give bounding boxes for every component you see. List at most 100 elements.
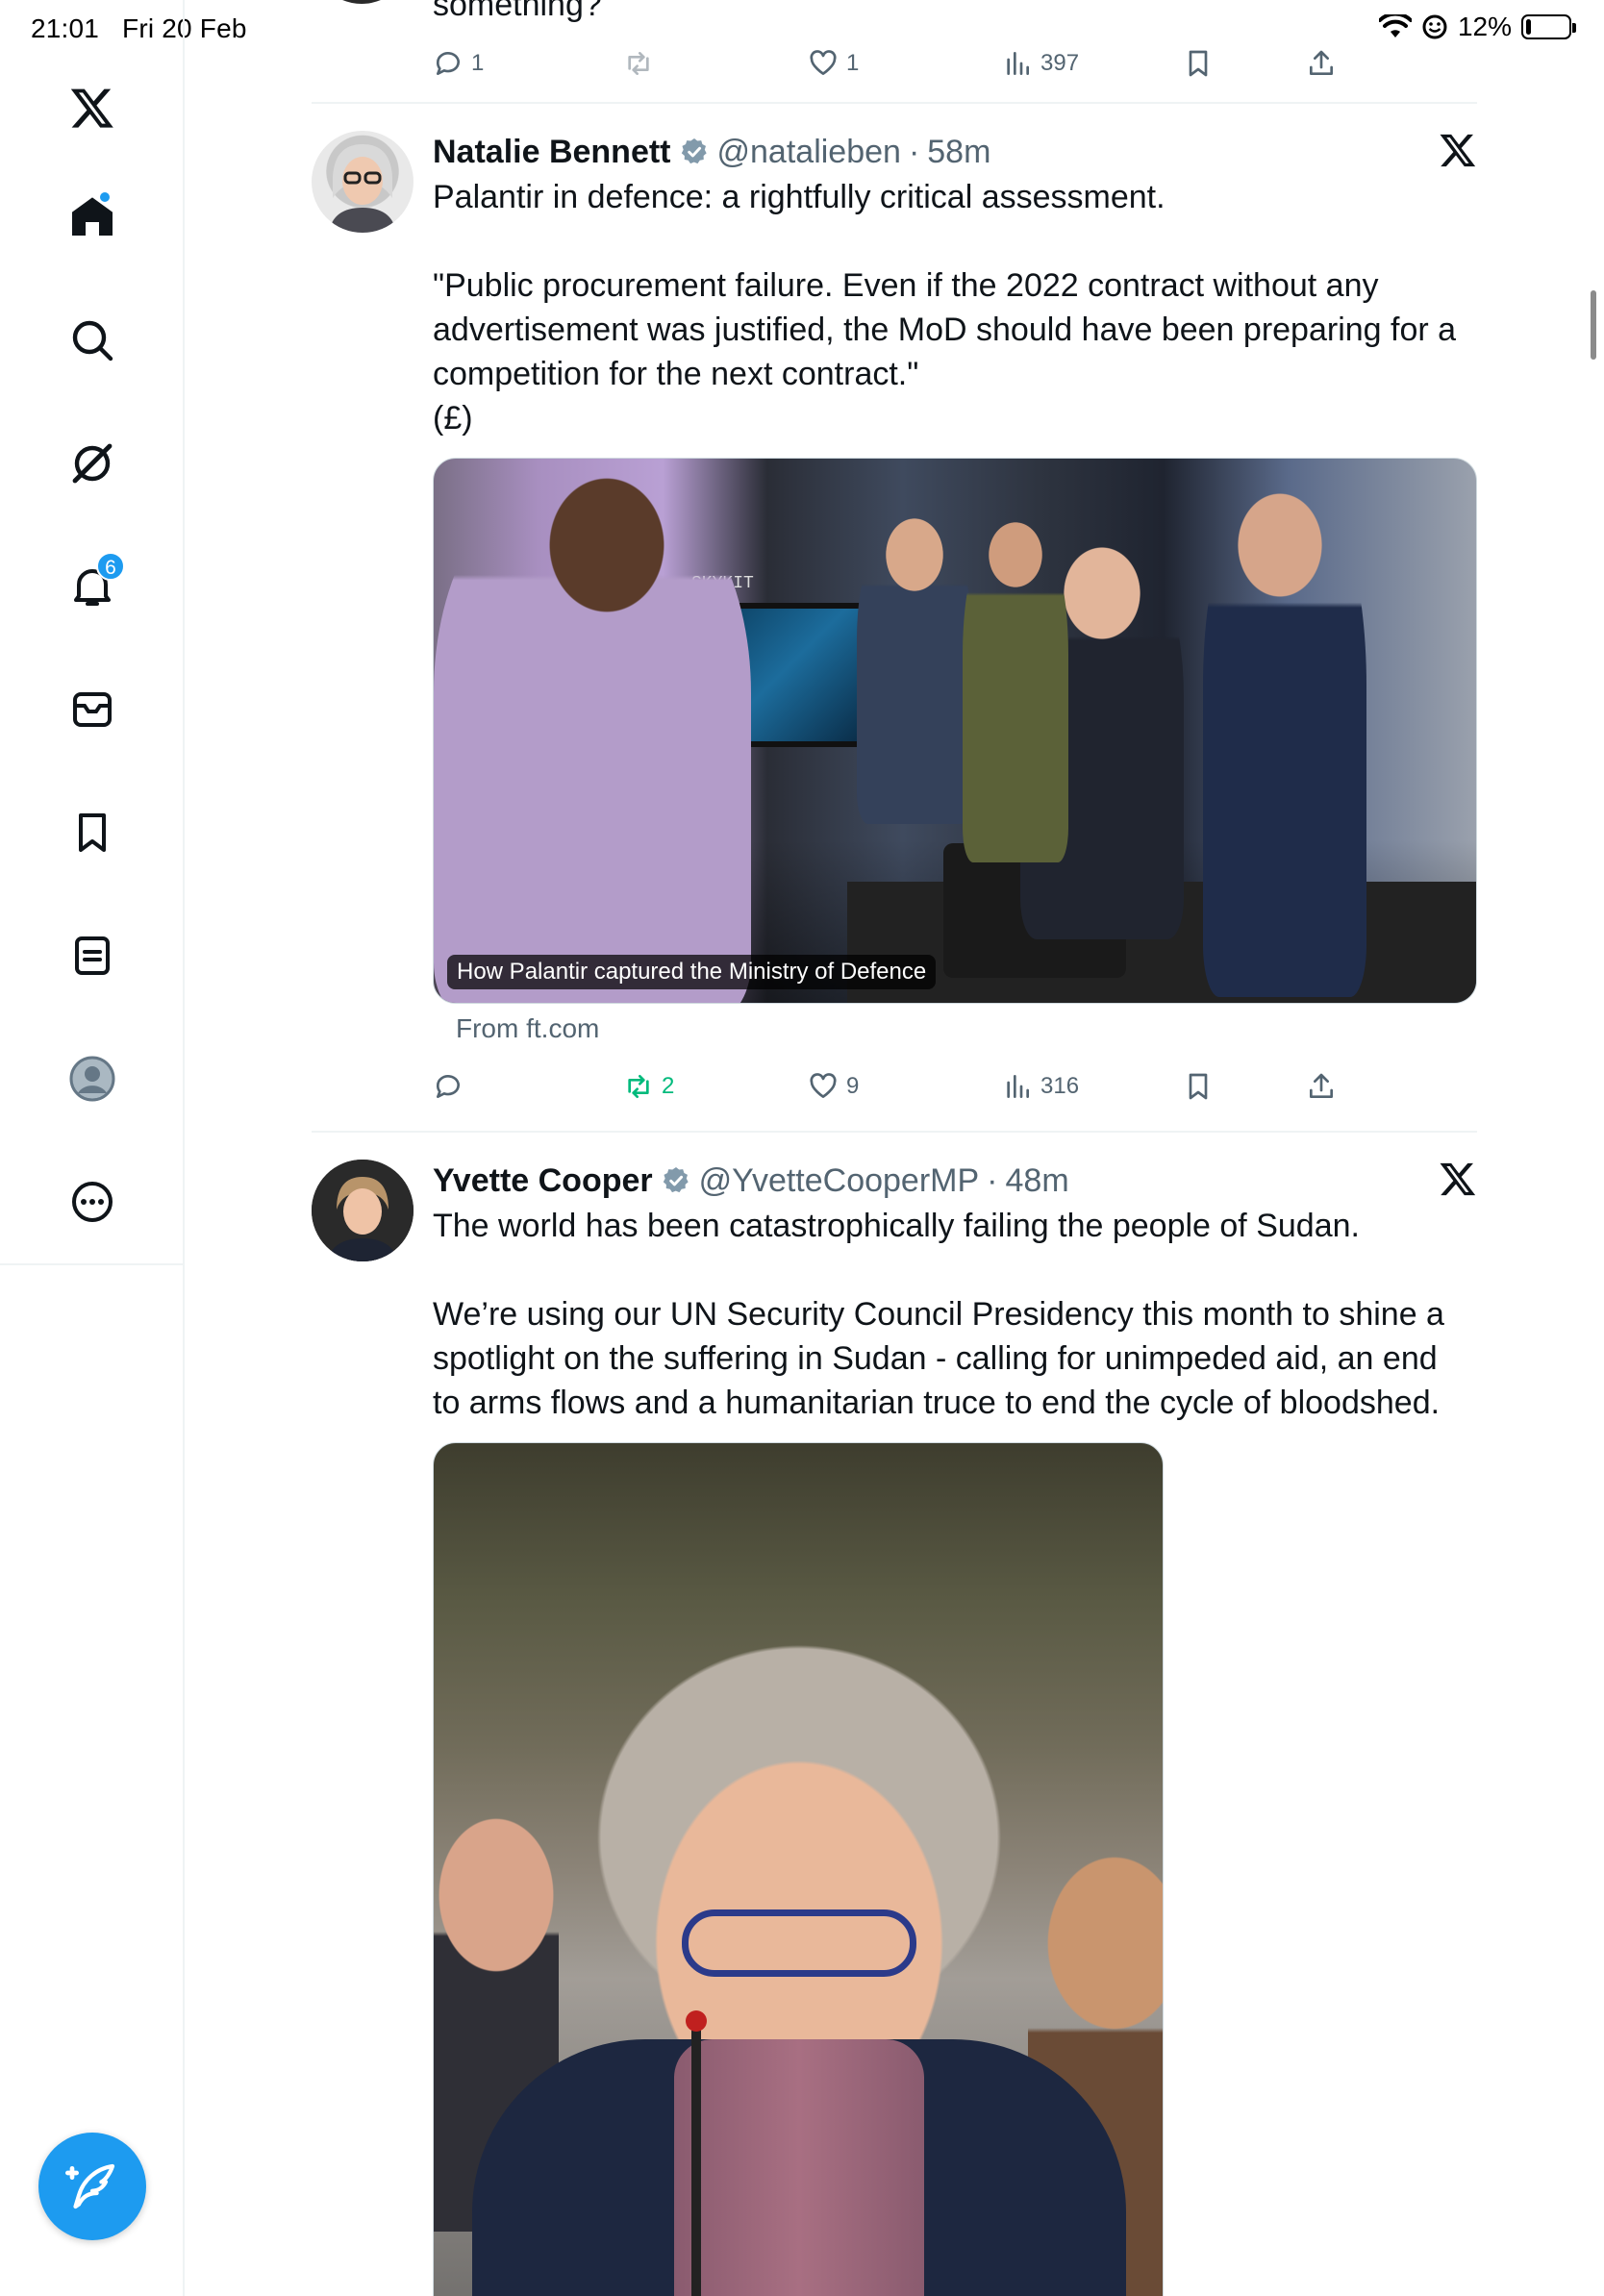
speaker-scarf-image <box>674 2039 924 2296</box>
avatar[interactable] <box>312 131 414 233</box>
app-window: 21:01 Fri 20 Feb 12% 6 something? 1 1 39… <box>0 0 1604 2296</box>
share-button[interactable] <box>1306 1063 1337 1110</box>
views-icon <box>1007 52 1029 75</box>
like-button[interactable]: 9 <box>808 1063 859 1110</box>
retweet-icon <box>628 52 649 75</box>
x-logo-icon[interactable] <box>1439 1160 1477 1198</box>
more-icon <box>72 1182 113 1222</box>
sidebar-item-explore[interactable] <box>46 294 138 387</box>
retweet-count: 2 <box>662 1073 675 1099</box>
handle[interactable]: @natalieben <box>717 134 901 171</box>
verified-badge-icon <box>663 1167 689 1193</box>
focus-smiley-icon <box>1422 14 1447 39</box>
battery-percent: 12% <box>1457 12 1512 41</box>
tweet[interactable]: Natalie Bennett @natalieben · 58m Palant… <box>312 131 1477 1131</box>
microphone-light-image <box>686 2010 707 2032</box>
tweet-image[interactable] <box>433 1442 1164 2296</box>
person-image <box>434 478 751 1003</box>
avatar-portrait <box>329 144 396 233</box>
avatar[interactable] <box>312 1160 414 1261</box>
person-image <box>857 516 972 824</box>
sidebar-item-more[interactable] <box>46 1156 138 1248</box>
view-count: 316 <box>1040 1073 1080 1099</box>
reply-icon <box>436 1075 460 1098</box>
link-card-title: How Palantir captured the Ministry of De… <box>447 955 937 989</box>
wifi-icon <box>1378 14 1412 37</box>
like-count: 9 <box>846 1073 860 1099</box>
search-icon <box>72 320 113 362</box>
like-count: 1 <box>846 50 860 76</box>
tweet-actions: 2 9 316 <box>433 1063 1356 1110</box>
bookmark-button[interactable] <box>1183 1063 1214 1110</box>
tweet-divider <box>312 102 1477 104</box>
speaker-glasses-image <box>682 1909 916 1977</box>
notification-count-badge: 6 <box>96 552 125 581</box>
person-image <box>963 516 1068 862</box>
tweet-header: Natalie Bennett @natalieben · 58m <box>433 131 990 173</box>
battery-level <box>1526 19 1532 35</box>
sidebar-item-messages[interactable] <box>46 663 138 756</box>
avatar-portrait <box>312 1160 414 1261</box>
x-logo-icon[interactable] <box>1439 131 1477 169</box>
reply-icon <box>436 52 460 75</box>
avatar[interactable] <box>312 0 412 4</box>
display-name[interactable]: Natalie Bennett <box>433 134 671 171</box>
home-unread-dot <box>98 190 112 204</box>
sidebar-item-grok[interactable] <box>46 417 138 510</box>
reply-button[interactable] <box>433 1063 471 1110</box>
sidebar-item-bookmarks[interactable] <box>46 786 138 879</box>
sidebar-item-lists[interactable] <box>46 910 138 1002</box>
like-button[interactable]: 1 <box>808 40 859 87</box>
share-icon <box>1310 50 1333 75</box>
retweet-icon <box>628 1075 649 1098</box>
timestamp[interactable]: 48m <box>1006 1162 1069 1200</box>
bookmark-icon <box>1189 50 1208 77</box>
mail-icon <box>73 692 112 727</box>
heart-icon <box>810 50 837 75</box>
grok-icon <box>72 443 113 484</box>
retweet-button[interactable]: 2 <box>623 1063 674 1110</box>
sidebar: 6 <box>0 0 185 2296</box>
scroll-indicator[interactable] <box>1591 290 1596 360</box>
views-icon <box>1007 1075 1029 1098</box>
separator-dot: · <box>908 133 920 170</box>
share-icon <box>1310 1073 1333 1098</box>
x-logo-icon[interactable] <box>46 62 138 154</box>
view-count: 397 <box>1040 50 1080 76</box>
microphone-image <box>691 2020 701 2296</box>
reply-button[interactable]: 1 <box>433 40 484 87</box>
status-bar-indicators: 12% <box>1378 12 1576 42</box>
bookmark-button[interactable] <box>1183 40 1214 87</box>
display-name[interactable]: Yvette Cooper <box>433 1162 653 1200</box>
tweet-divider <box>312 1131 1477 1133</box>
tweet-text: Palantir in defence: a rightfully critic… <box>433 179 1457 437</box>
bookmark-icon <box>79 813 106 852</box>
verified-badge-icon <box>681 138 707 164</box>
views-button[interactable]: 316 <box>1002 1063 1079 1110</box>
heart-icon <box>810 1073 837 1098</box>
compose-icon <box>65 2163 115 2209</box>
reply-count: 1 <box>471 50 485 76</box>
bookmark-icon <box>1189 1073 1208 1100</box>
person-image <box>1203 478 1366 997</box>
link-source[interactable]: From ft.com <box>456 1013 599 1044</box>
views-button[interactable]: 397 <box>1002 40 1079 87</box>
tweet-text: The world has been catastrophically fail… <box>433 1208 1444 1421</box>
tweet[interactable]: Yvette Cooper @YvetteCooperMP · 48m The … <box>312 1160 1477 2296</box>
compose-button[interactable] <box>38 2133 146 2240</box>
tweet-actions: 1 1 397 <box>433 40 1356 87</box>
share-button[interactable] <box>1306 40 1337 87</box>
handle[interactable]: @YvetteCooperMP <box>699 1162 980 1200</box>
link-card-image[interactable]: SKYKIT How Palantir captured the Ministr… <box>433 458 1477 1004</box>
battery-icon <box>1521 14 1576 39</box>
sidebar-item-profile[interactable] <box>46 1033 138 1125</box>
separator-dot: · <box>987 1161 998 1199</box>
sidebar-item-home[interactable] <box>46 171 138 263</box>
avatar-icon <box>69 1056 115 1102</box>
list-icon <box>75 936 110 975</box>
sidebar-item-notifications[interactable]: 6 <box>46 540 138 633</box>
timestamp[interactable]: 58m <box>927 134 990 171</box>
retweet-button[interactable] <box>623 40 654 87</box>
sidebar-separator <box>0 1263 185 1265</box>
tweet-text: something? <box>433 0 602 23</box>
